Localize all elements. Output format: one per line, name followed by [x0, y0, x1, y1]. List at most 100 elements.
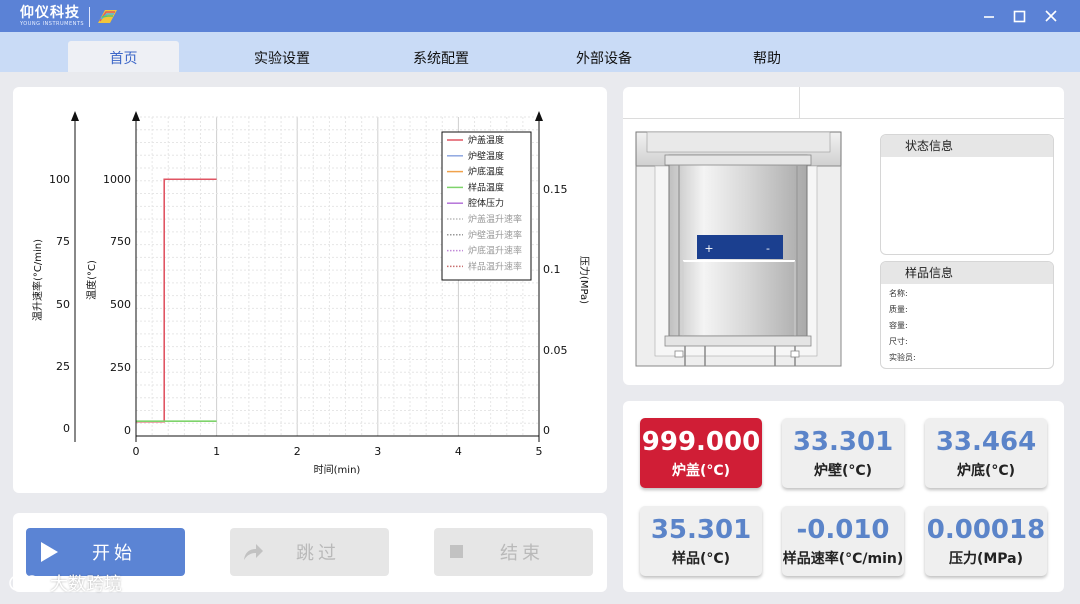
temp-tick: 750	[110, 235, 131, 248]
sample-capacity-field: 容量:	[889, 321, 908, 330]
time-tick: 5	[536, 445, 543, 458]
time-axis-ticks: 0 1 2 3 4 5	[133, 445, 543, 458]
skip-forward-icon	[244, 544, 263, 560]
lid-temperature-label: 炉盖(°C)	[671, 463, 731, 479]
sample-temperature-value: 35.301	[650, 515, 752, 545]
temperature-chart: 0 25 50 75 100 0 250 500 750 1000 0 0.05…	[31, 111, 591, 476]
temp-tick: 0	[124, 424, 131, 437]
sample-info-panel: 样品信息 名称: 质量: 容量: 尺寸: 实验员:	[880, 261, 1054, 369]
close-icon	[1045, 10, 1057, 22]
temp-tick: 500	[110, 298, 131, 311]
pressure-label: 压力(MPa)	[948, 551, 1024, 567]
temp-axis-label: 温度(°C)	[85, 260, 98, 300]
end-button[interactable]: 结束	[434, 528, 593, 576]
skip-button-label: 跳过	[296, 543, 340, 564]
time-tick: 0	[133, 445, 140, 458]
temp-tick: 1000	[103, 173, 131, 186]
bottom-temperature-label: 炉底(°C)	[956, 463, 1016, 479]
readouts-panel: 999.000 炉盖(°C) 33.301 炉壁(°C) 33.464 炉底(°…	[623, 401, 1064, 592]
lid-temperature-card: 999.000 炉盖(°C)	[640, 418, 762, 488]
pressure-axis-arrow	[535, 111, 543, 121]
wall-temperature-label: 炉壁(°C)	[813, 463, 873, 479]
time-tick: 4	[455, 445, 462, 458]
app-logo: 仰仪科技 YOUNG INSTRUMENTS	[20, 6, 119, 27]
lid-temperature-value: 999.000	[641, 427, 761, 457]
start-button-label: 开始	[92, 543, 136, 564]
furnace-diagram: + -	[635, 131, 842, 367]
tab-home[interactable]: 首页	[68, 41, 179, 72]
sample-size-field: 尺寸:	[889, 337, 908, 346]
tab-external-devices[interactable]: 外部设备	[549, 41, 659, 72]
sample-temperature-label: 样品(°C)	[671, 551, 731, 567]
rate-axis-ticks: 0 25 50 75 100	[49, 173, 70, 435]
legend-label: 炉底温升速率	[468, 245, 522, 257]
pressure-tick: 0.05	[543, 344, 568, 357]
experimenter-field: 实验员:	[889, 353, 916, 362]
sample-rate-value: -0.010	[796, 515, 890, 545]
sample-info-title: 样品信息	[881, 262, 1053, 284]
logo-mark-icon	[98, 9, 118, 23]
stop-icon	[450, 545, 463, 558]
time-axis-label: 时间(min)	[314, 463, 361, 476]
pressure-tick: 0.1	[543, 263, 561, 276]
rate-tick: 25	[56, 360, 70, 373]
rate-tick: 50	[56, 298, 70, 311]
legend-label: 炉盖温度	[468, 134, 504, 146]
bottom-temperature-card: 33.464 炉底(°C)	[925, 418, 1047, 488]
legend-label: 样品温度	[468, 181, 504, 193]
watermark-text: 大数跨境	[50, 574, 122, 595]
chart-panel: 0 25 50 75 100 0 250 500 750 1000 0 0.05…	[13, 87, 607, 493]
skip-button[interactable]: 跳过	[230, 528, 389, 576]
minimize-button[interactable]	[979, 6, 999, 26]
time-tick: 2	[294, 445, 301, 458]
legend-label: 腔体压力	[468, 197, 504, 209]
temp-axis-ticks: 0 250 500 750 1000	[103, 173, 131, 437]
time-tick: 3	[374, 445, 381, 458]
logo-divider	[89, 6, 91, 27]
title-bar: 仰仪科技 YOUNG INSTRUMENTS	[0, 0, 1080, 32]
start-button[interactable]: 开始	[26, 528, 185, 576]
tab-experiment-settings[interactable]: 实验设置	[227, 41, 337, 72]
rate-tick: 100	[49, 173, 70, 186]
wall-temperature-card: 33.301 炉壁(°C)	[782, 418, 904, 488]
minimize-icon	[984, 16, 994, 18]
watermark: 大数跨境	[8, 570, 122, 596]
tab-system-config[interactable]: 系统配置	[386, 41, 496, 72]
watermark-logo-icon	[9, 575, 45, 591]
device-panel: + - 状态信息 样品信息 名称: 质量: 容量: 尺寸: 实验员:	[623, 87, 1064, 385]
status-info-title: 状态信息	[881, 135, 1053, 157]
tab-bar: 首页 实验设置 系统配置 外部设备 帮助	[0, 32, 1080, 72]
device-header	[623, 87, 1064, 119]
minus-electrode-label: -	[766, 242, 770, 255]
maximize-icon	[1013, 10, 1026, 23]
sample-name-field: 名称:	[889, 289, 908, 298]
device-header-divider	[799, 87, 800, 119]
maximize-button[interactable]	[1009, 6, 1029, 26]
rate-tick: 75	[56, 235, 70, 248]
pressure-tick: 0.15	[543, 183, 568, 196]
logo-subtitle: YOUNG INSTRUMENTS	[20, 21, 85, 27]
pressure-axis-label: 压力(MPa)	[578, 256, 591, 304]
pressure-axis-ticks: 0 0.05 0.1 0.15	[543, 183, 568, 437]
sample-rate-card: -0.010 样品速率(°C/min)	[782, 506, 904, 576]
pressure-tick: 0	[543, 424, 550, 437]
pressure-value: 0.00018	[926, 515, 1046, 545]
close-button[interactable]	[1041, 6, 1061, 26]
chart-legend: 炉盖温度炉壁温度炉底温度样品温度腔体压力炉盖温升速率炉壁温升速率炉底温升速率样品…	[441, 131, 532, 281]
sample-mass-field: 质量:	[889, 305, 908, 314]
rate-axis-label: 温升速率(°C/min)	[31, 239, 44, 321]
rate-axis-arrow	[71, 111, 79, 121]
tab-help[interactable]: 帮助	[712, 41, 822, 72]
status-info-panel: 状态信息	[880, 134, 1054, 255]
legend-label: 炉壁温升速率	[468, 229, 522, 241]
end-button-label: 结束	[500, 543, 544, 564]
legend-label: 样品温升速率	[468, 260, 522, 272]
temp-tick: 250	[110, 361, 131, 374]
rate-tick: 0	[63, 422, 70, 435]
wall-temperature-value: 33.301	[792, 427, 894, 457]
sample-rate-label: 样品速率(°C/min)	[782, 551, 904, 567]
logo-text: 仰仪科技	[20, 5, 80, 21]
plus-electrode-label: +	[704, 242, 713, 255]
bottom-temperature-value: 33.464	[935, 427, 1037, 457]
legend-label: 炉底温度	[468, 166, 504, 178]
